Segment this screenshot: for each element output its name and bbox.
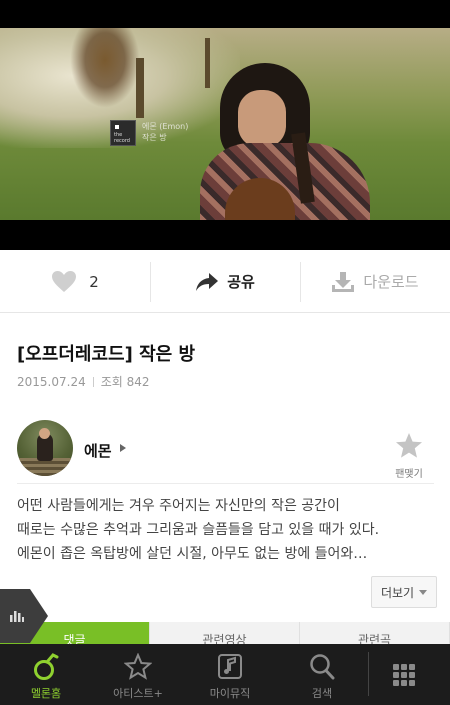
bottom-nav: 멜론홈 아티스트+ 마이뮤직 검색 (0, 644, 450, 705)
badge-dot (115, 125, 119, 129)
star-icon (396, 433, 422, 458)
tab-related-videos[interactable]: 관련영상 (150, 622, 300, 644)
nav-label: 멜론홈 (30, 687, 62, 700)
video-player[interactable]: the record 에몬 (Emon) 작은 방 (0, 0, 450, 250)
description-line: 어떤 사람들에게는 겨우 주어지는 자신만의 작은 공간이 (17, 498, 340, 514)
artist-row: 에몬 팬맺기 (17, 420, 434, 484)
video-overlay-text: 에몬 (Emon) 작은 방 (142, 121, 188, 143)
melon-home-icon (34, 653, 59, 680)
overlay-artist: 에몬 (Emon) (142, 122, 189, 131)
more-label: 더보기 (380, 585, 415, 600)
artist-arrow-icon (120, 444, 126, 452)
download-label: 다운로드 (363, 273, 419, 291)
avatar-head (39, 428, 50, 439)
nav-search[interactable]: 검색 (276, 644, 368, 705)
sub-tabs: 댓글 관련영상 관련곡 (0, 622, 450, 644)
video-tree (205, 38, 210, 88)
download-icon (332, 271, 355, 292)
artist-avatar[interactable] (17, 420, 73, 476)
action-bar: 2 공유 다운로드 (0, 250, 450, 313)
download-button[interactable]: 다운로드 (300, 250, 450, 313)
nav-my-music[interactable]: 마이뮤직 (184, 644, 276, 705)
grid-menu-icon (393, 664, 415, 686)
the-record-badge: the record (110, 120, 136, 146)
description-line: 때로는 수많은 추억과 그리움과 슬픔들을 담고 있을 때가 있다. (17, 522, 380, 538)
description-line: 에몬이 좁은 옥탑방에 살던 시절, 아무도 없는 방에 들어와… (17, 546, 368, 562)
nav-label: 마이뮤직 (209, 687, 251, 700)
overlay-title: 작은 방 (142, 133, 167, 142)
share-label: 공유 (227, 273, 255, 291)
video-frame[interactable]: the record 에몬 (Emon) 작은 방 (0, 28, 450, 220)
star-outline-icon (124, 653, 152, 680)
video-meta: 2015.07.24 조회 842 (17, 373, 150, 390)
view-count: 조회 842 (100, 375, 150, 389)
fan-button[interactable]: 팬맺기 (392, 432, 426, 480)
description: 어떤 사람들에게는 겨우 주어지는 자신만의 작은 공간이 때로는 수많은 추억… (17, 494, 437, 566)
video-tree (136, 58, 144, 118)
badge-text: the record (114, 132, 130, 144)
share-button[interactable]: 공유 (150, 250, 300, 313)
search-icon (310, 654, 335, 680)
like-count: 2 (89, 272, 99, 291)
like-button[interactable]: 2 (0, 250, 150, 313)
video-title: [오프더레코드] 작은 방 (17, 344, 196, 365)
nav-melon-home[interactable]: 멜론홈 (0, 644, 92, 705)
meta-divider (92, 376, 94, 387)
video-girl-face (238, 90, 286, 148)
nav-menu-grid[interactable] (369, 644, 438, 705)
artist-name-link[interactable]: 에몬 (84, 440, 112, 461)
equalizer-icon (10, 611, 24, 622)
tab-related-songs[interactable]: 관련곡 (300, 622, 450, 644)
nav-artist-plus[interactable]: 아티스트+ (92, 644, 184, 705)
heart-icon (52, 271, 77, 292)
video-leaves (70, 28, 140, 108)
video-date: 2015.07.24 (17, 374, 86, 389)
fan-label: 팬맺기 (395, 469, 423, 480)
share-arrow-icon (196, 272, 219, 291)
nav-label: 검색 (311, 687, 333, 700)
music-note-icon (218, 654, 242, 679)
chevron-down-icon (419, 589, 428, 595)
nav-label: 아티스트+ (113, 687, 163, 700)
more-button[interactable]: 더보기 (371, 576, 437, 608)
